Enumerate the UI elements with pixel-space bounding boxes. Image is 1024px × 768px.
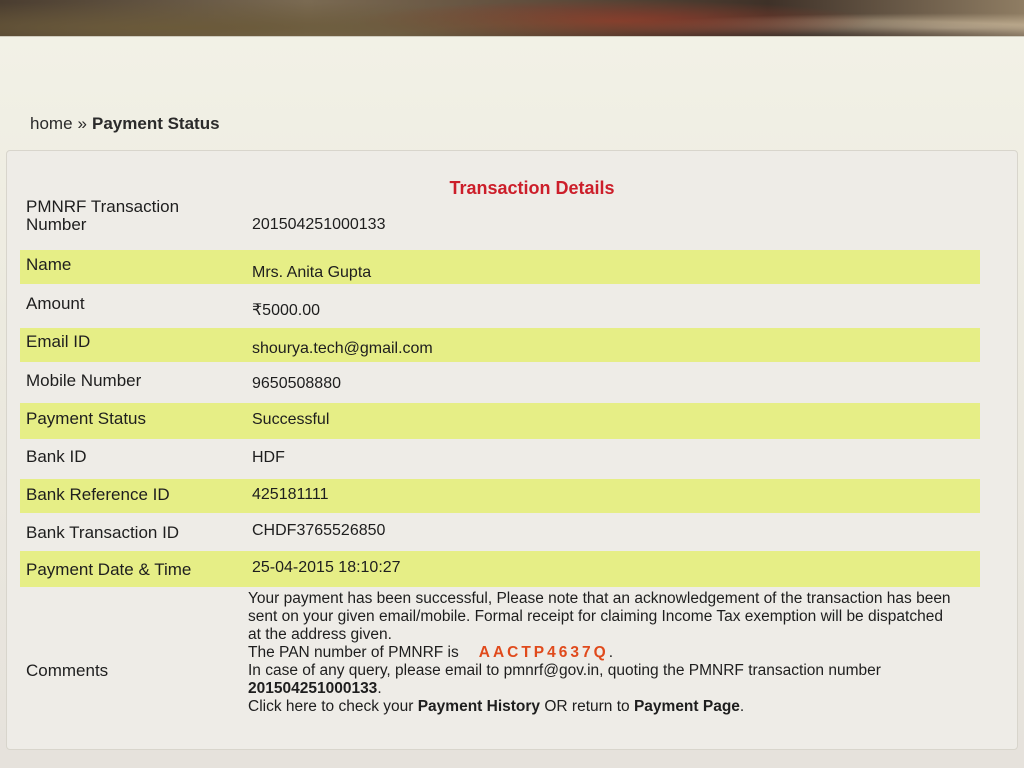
comments-acknowledgement: Your payment has been successful, Please… (248, 590, 951, 643)
detail-label: Payment Status (26, 409, 147, 428)
detail-label: Bank Transaction ID (26, 523, 180, 542)
detail-value: ₹5000.00 (252, 302, 321, 319)
detail-label: PMNRF Transaction Number (26, 197, 180, 234)
detail-label: Name (26, 255, 72, 274)
detail-label: Email ID (26, 332, 91, 351)
detail-row-name: Name Mrs. Anita Gupta (20, 250, 980, 284)
pan-number: AACTP4637Q (478, 644, 609, 661)
detail-value: CHDF3765526850 (252, 522, 386, 539)
detail-row-transaction-number: PMNRF Transaction Number 201504251000133 (20, 190, 980, 246)
detail-value: HDF (252, 449, 285, 466)
detail-row-mobile: Mobile Number 9650508880 (20, 366, 980, 400)
detail-value: Successful (252, 411, 330, 428)
detail-row-bank-transaction: Bank Transaction ID CHDF3765526850 (20, 517, 980, 551)
comments-pan-prefix: The PAN number of PMNRF is (248, 644, 459, 661)
payment-history-link[interactable]: Payment History (418, 698, 540, 715)
detail-label: Bank ID (26, 447, 87, 466)
detail-value: shourya.tech@gmail.com (252, 340, 433, 357)
comments-end: . (739, 698, 745, 715)
detail-value: 425181111 (252, 486, 329, 503)
breadcrumb-home-link[interactable]: home (30, 114, 73, 133)
comments-or-text: OR return to (544, 698, 630, 715)
breadcrumb-separator: » (77, 114, 87, 133)
detail-row-email: Email ID shourya.tech@gmail.com (20, 328, 980, 362)
breadcrumb-current: Payment Status (92, 114, 220, 133)
detail-value: 9650508880 (252, 375, 341, 392)
detail-row-bank-id: Bank ID HDF (20, 442, 980, 476)
detail-value: 201504251000133 (252, 216, 386, 233)
comments-label: Comments (26, 661, 109, 680)
detail-value: 25-04-2015 18:10:27 (252, 559, 401, 576)
detail-row-bank-reference: Bank Reference ID 425181111 (20, 479, 980, 513)
comments-pan-suffix: . (608, 644, 613, 661)
detail-label: Amount (26, 294, 85, 313)
comments-text: Your payment has been successful, Please… (248, 590, 958, 716)
comments-txn-suffix: . (377, 680, 382, 697)
detail-label: Bank Reference ID (26, 485, 170, 504)
comments-transaction-number: 201504251000133 (248, 680, 378, 697)
detail-label: Payment Date & Time (26, 560, 192, 579)
detail-value: Mrs. Anita Gupta (252, 264, 372, 281)
detail-label: Mobile Number (26, 371, 142, 390)
breadcrumb: home» Payment Status (30, 114, 220, 134)
detail-row-amount: Amount ₹5000.00 (20, 290, 980, 324)
detail-row-payment-date: Payment Date & Time 25-04-2015 18:10:27 (20, 551, 980, 587)
comments-query-text: In case of any query, please email to pm… (248, 662, 881, 679)
payment-page-link[interactable]: Payment Page (634, 698, 740, 715)
detail-row-payment-status: Payment Status Successful (20, 403, 980, 439)
comments-click-prefix: Click here to check your (248, 698, 414, 715)
